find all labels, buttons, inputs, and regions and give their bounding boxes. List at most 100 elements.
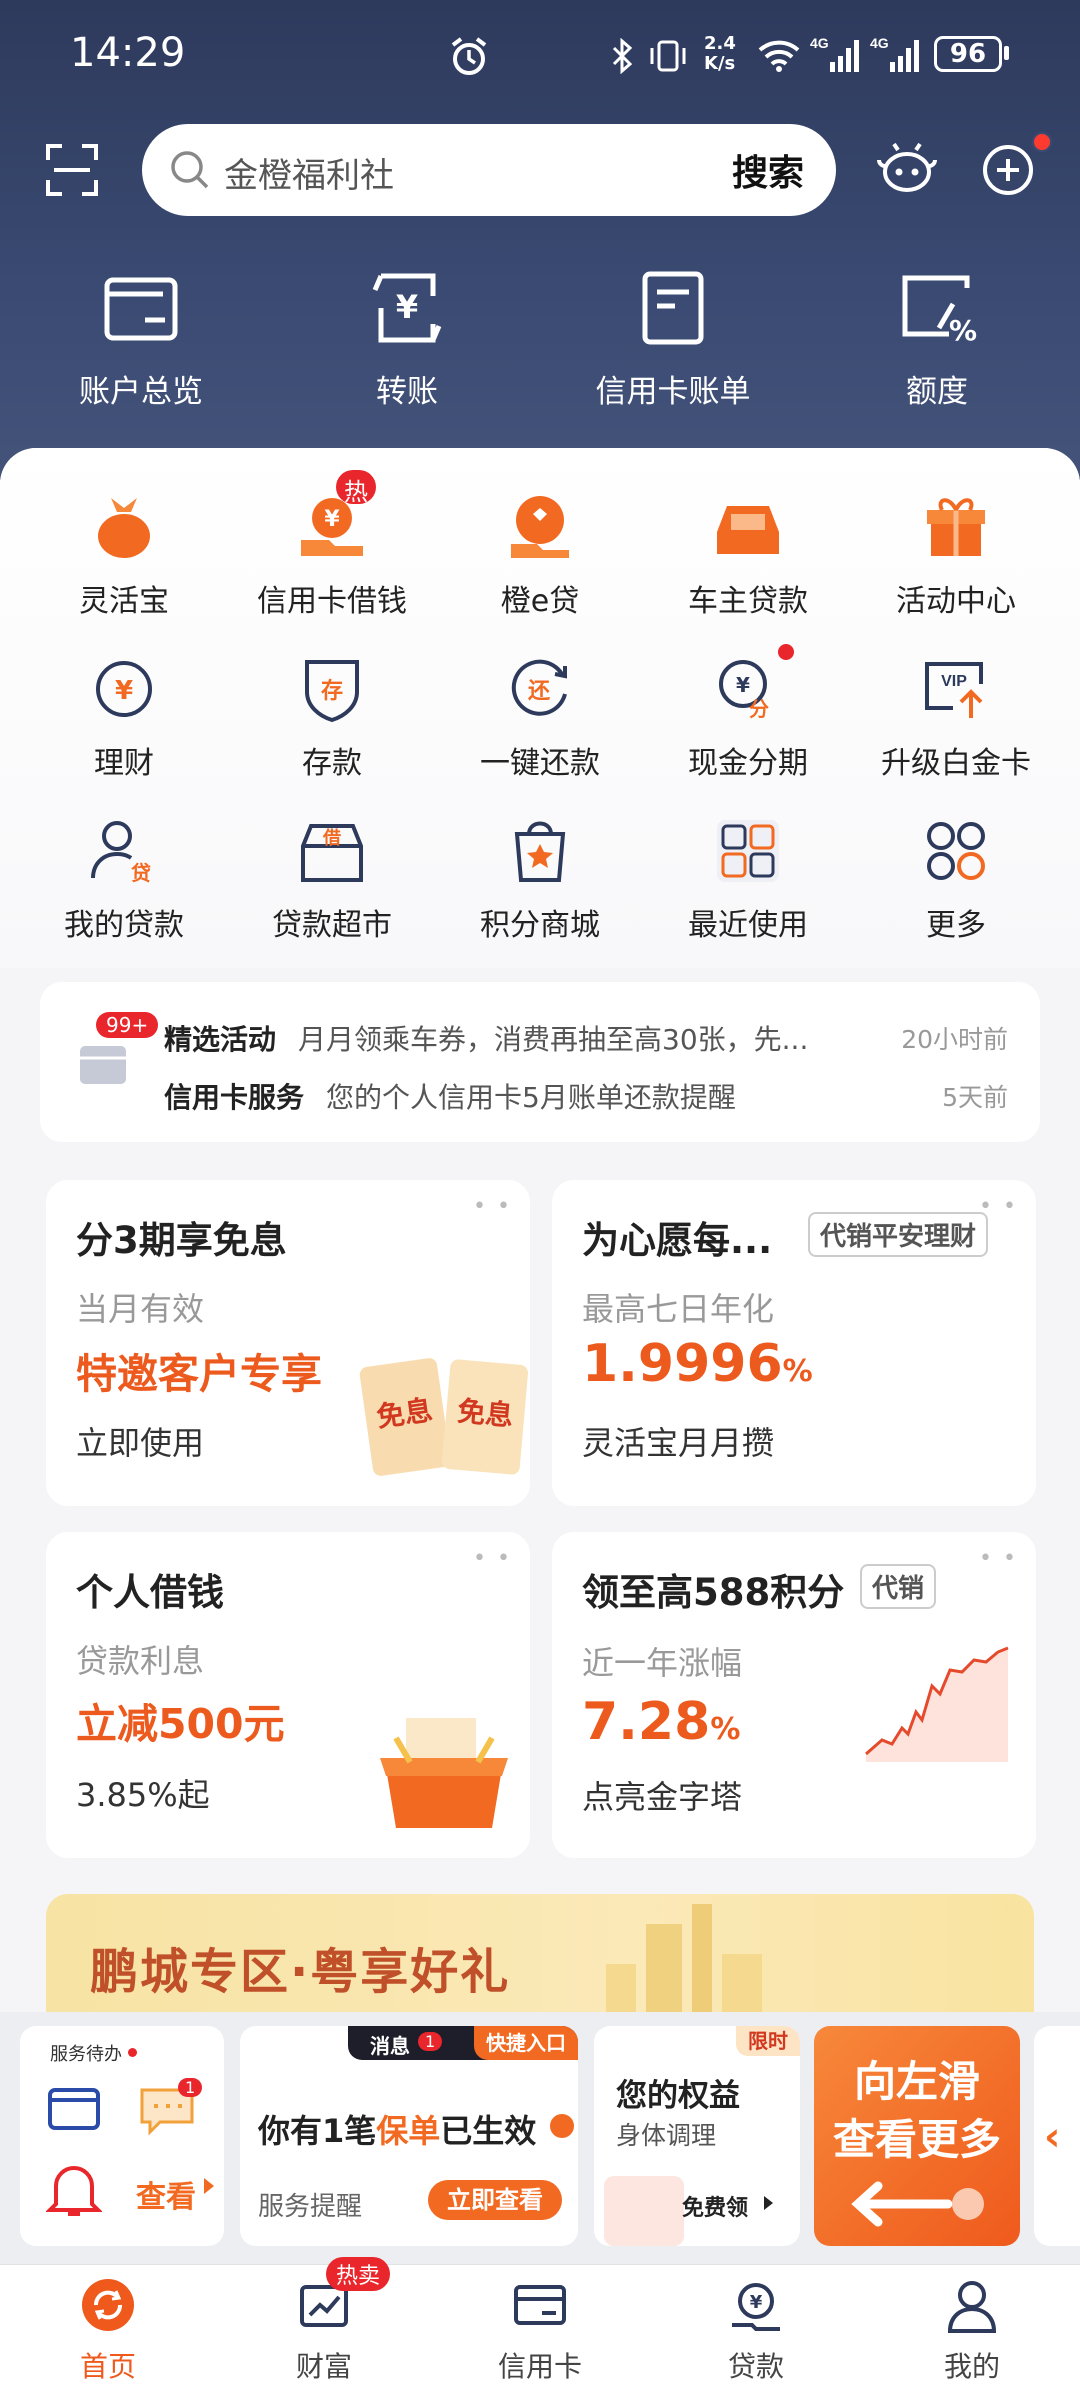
grid-label: 升级白金卡	[881, 746, 1031, 781]
shortcut-tab[interactable]: 快捷入口	[474, 2026, 578, 2060]
banner-title: 鹏城专区·粤享好礼	[90, 1944, 511, 2000]
nav-quota[interactable]: % 额度	[802, 268, 1072, 411]
chevron-left-icon: ‹	[1044, 2114, 1061, 2160]
hot-badge: 热	[336, 470, 376, 506]
nav-credit-bill[interactable]: 信用卡账单	[538, 268, 808, 411]
deposit-icon: 存	[305, 660, 359, 723]
view-button[interactable]: 查看	[136, 2172, 196, 2216]
svg-text:¥: ¥	[396, 288, 418, 326]
tab-loan[interactable]: ¥ 贷款	[648, 2277, 864, 2385]
notice-row-credit[interactable]: 信用卡服务 您的个人信用卡5月账单还款提醒	[164, 1076, 736, 1116]
card-title: 领至高588积分	[582, 1571, 845, 1614]
money-bag-icon	[98, 498, 150, 558]
play-icon	[550, 2114, 574, 2138]
view-now-button[interactable]: 立即查看	[428, 2180, 562, 2220]
add-icon[interactable]	[980, 140, 1038, 198]
claim-free-button[interactable]: 免费领	[682, 2190, 748, 2222]
scan-icon[interactable]	[44, 142, 100, 198]
svg-text:借: 借	[322, 827, 341, 849]
grid-item-more[interactable]: 更多	[852, 816, 1060, 944]
grid-item-cash-installment[interactable]: ¥ 分 现金分期	[644, 654, 852, 782]
grid-item-credit-borrow[interactable]: ¥ 信用卡借钱	[228, 492, 436, 620]
card-menu-icon[interactable]: • •	[979, 1546, 1018, 1571]
card-subtitle: 近一年涨幅	[582, 1644, 743, 1682]
svg-text:存: 存	[321, 678, 343, 704]
user-loan-icon: 贷	[91, 821, 151, 885]
network-speed: 2.4 K/s	[704, 33, 736, 74]
gift-box-image	[380, 1718, 508, 1828]
assistant-robot-icon[interactable]	[876, 140, 938, 200]
card-highlight: 7.28%	[582, 1692, 740, 1752]
grid-item-wealth[interactable]: ¥ 理财	[20, 654, 228, 782]
grid-item-my-loans[interactable]: 贷 我的贷款	[20, 816, 228, 944]
card-interest-free[interactable]: • • 分3期享免息 当月有效 特邀客户专享 立即使用 免息 免息	[46, 1180, 530, 1506]
tab-label: 财富	[295, 2350, 352, 2383]
grid-item-one-click-repay[interactable]: 还 一键还款	[436, 654, 644, 782]
grid-item-cheng-e-loan[interactable]: 橙e贷	[436, 492, 644, 620]
messages-tab[interactable]: 消息	[370, 2030, 410, 2059]
svg-text:4G: 4G	[870, 35, 889, 51]
tab-home[interactable]: 首页	[0, 2277, 216, 2385]
yield-unit: %	[782, 1354, 813, 1389]
notification-dot	[1032, 132, 1052, 152]
notice-time: 20小时前	[901, 1025, 1008, 1054]
rights-subtitle: 身体调理	[616, 2121, 717, 2150]
policy-text: 你有1笔保单已生效	[258, 2106, 536, 2152]
vibrate-icon	[650, 40, 686, 72]
search-placeholder: 金橙福利社	[224, 156, 394, 196]
notice-row-activity[interactable]: 精选活动 月月领乘车券，消费再抽至高30张，先...	[164, 1018, 808, 1058]
tab-label: 我的	[943, 2350, 1000, 2383]
grid-label: 信用卡借钱	[257, 584, 407, 619]
svg-text:¥: ¥	[324, 507, 340, 532]
points-mall-icon	[514, 821, 566, 882]
tab-wealth[interactable]: 财富	[216, 2277, 432, 2385]
card-highlight: 特邀客户专享	[76, 1350, 322, 1398]
transfer-icon: ¥	[372, 273, 442, 343]
grid-item-car-loan[interactable]: 车主贷款	[644, 492, 852, 620]
notice-title: 信用卡服务	[164, 1081, 305, 1114]
rights-card[interactable]: 限时 您的权益 身体调理 免费领	[594, 2026, 800, 2246]
alarm-icon	[451, 37, 487, 75]
grid-label: 理财	[94, 746, 154, 781]
todo-dot	[128, 2048, 137, 2057]
swipe-hint-2: 查看更多	[832, 2115, 1001, 2164]
bell-icon[interactable]	[46, 2160, 102, 2220]
grid-item-activity-center[interactable]: 活动中心	[852, 492, 1060, 620]
service-todo-card[interactable]: 服务待办 1 查看	[20, 2026, 224, 2246]
search-bar[interactable]: 金橙福利社 搜索	[142, 124, 836, 216]
user-icon	[947, 2281, 997, 2333]
grid-label: 车主贷款	[688, 584, 808, 619]
tab-credit-card[interactable]: 信用卡	[432, 2277, 648, 2385]
swipe-left-arrow-icon	[851, 2181, 984, 2227]
messages-tab-count: 1	[418, 2032, 443, 2051]
grid-item-loan-market[interactable]: 借 贷款超市	[228, 816, 436, 944]
card-menu-icon[interactable]: • •	[473, 1194, 512, 1219]
search-button[interactable]: 搜索	[732, 144, 804, 196]
next-card-peek[interactable]: ‹	[1034, 2026, 1080, 2246]
grid-item-recent[interactable]: 最近使用	[644, 816, 852, 944]
card-points[interactable]: • • 领至高588积分 代销 近一年涨幅 7.28% 点亮金字塔	[552, 1532, 1036, 1858]
tab-mine[interactable]: 我的	[864, 2277, 1080, 2385]
grid-label: 存款	[302, 746, 362, 781]
policy-card[interactable]: 消息 1 快捷入口 你有1笔保单已生效 服务提醒 立即查看	[240, 2026, 578, 2246]
grid-label: 贷款超市	[272, 908, 392, 943]
grid-item-upgrade-platinum[interactable]: VIP 升级白金卡	[852, 654, 1060, 782]
bill-icon	[642, 271, 704, 345]
tab-label: 信用卡	[497, 2350, 582, 2383]
card-icon[interactable]	[46, 2084, 102, 2134]
card-personal-loan[interactable]: • • 个人借钱 贷款利息 立减500元 3.85%起	[46, 1532, 530, 1858]
message-notice[interactable]: 99+ 精选活动 月月领乘车券，消费再抽至高30张，先... 20小时前 信用卡服…	[40, 982, 1040, 1142]
grid-item-deposit[interactable]: 存 存款	[228, 654, 436, 782]
battery-indicator: 96	[934, 36, 1002, 72]
nav-label: 额度	[906, 374, 968, 410]
nav-account-overview[interactable]: 账户总览	[6, 268, 276, 411]
grid-item-points-mall[interactable]: 积分商城	[436, 816, 644, 944]
card-wish-saving[interactable]: • • 为心愿每... 代销平安理财 最高七日年化 1.9996% 灵活宝月月攒	[552, 1180, 1036, 1506]
recent-apps-icon	[717, 820, 779, 882]
swipe-more-card[interactable]: 向左滑 查看更多	[814, 2026, 1020, 2246]
bluetooth-icon	[612, 38, 633, 74]
grid-item-linghuobao[interactable]: 灵活宝	[20, 492, 228, 620]
nav-transfer[interactable]: ¥ 转账	[272, 268, 542, 411]
loan-icon: ¥	[732, 2283, 780, 2331]
card-menu-icon[interactable]: • •	[473, 1546, 512, 1571]
